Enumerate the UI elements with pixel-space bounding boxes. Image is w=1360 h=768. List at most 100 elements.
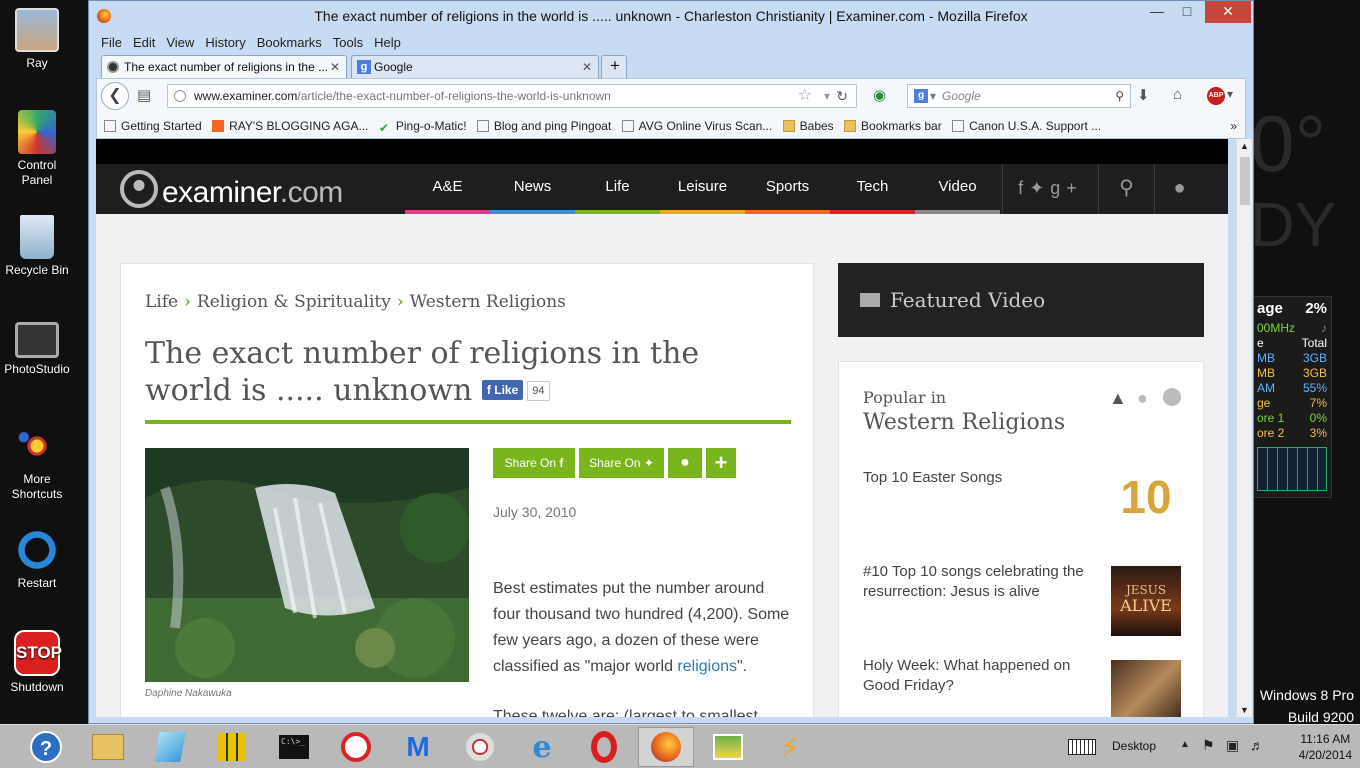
volume-icon[interactable]: ♬ [1250,737,1264,753]
breadcrumb-life[interactable]: Life [145,292,178,312]
downloads-icon[interactable]: ⬇ [1137,86,1150,104]
scroll-up-icon[interactable]: ▲ [1240,141,1249,151]
tab-google[interactable]: g Google ✕ [351,55,599,79]
menu-view[interactable]: View [166,32,194,53]
breadcrumb-religion[interactable]: Religion & Spirituality [197,292,391,312]
search-bar[interactable]: g ▾ Google ⚲ [907,84,1131,108]
religions-link[interactable]: religions [677,658,737,675]
popular-item[interactable]: Top 10 Easter Songs [863,468,1095,488]
menu-history[interactable]: History [205,32,245,53]
desktop-icon-restart[interactable]: Restart [0,528,74,591]
touch-keyboard-icon[interactable] [1068,739,1096,755]
scroll-down-icon[interactable]: ▼ [1240,705,1249,715]
paint-tool-icon[interactable] [452,727,508,767]
desktop-icon-more-shortcuts[interactable]: More Shortcuts [0,424,74,502]
more-share-button[interactable]: + [706,448,736,478]
system-clock[interactable]: 11:16 AM 4/20/2014 [1299,731,1352,763]
tab-close-icon[interactable]: ✕ [582,56,592,78]
desktop-icon-control-panel[interactable]: Control Panel [0,110,74,188]
jesus-alive-thumbnail[interactable]: JESUS ALIVE [1111,566,1181,636]
desktop-icon-shutdown[interactable]: STOP Shutdown [0,630,74,695]
popular-item[interactable]: Holy Week: What happened on Good Friday? [863,656,1095,696]
calculator-grid-icon[interactable] [204,727,260,767]
bookmark-item[interactable]: Canon U.S.A. Support ... [952,114,1101,138]
malwarebytes-icon[interactable]: M [390,727,446,767]
addon-icon[interactable]: ◉ [873,86,886,104]
minimize-button[interactable]: — [1143,1,1171,23]
scroll-thumb[interactable] [1240,157,1250,205]
desktop-icon-recycle-bin[interactable]: Recycle Bin [0,215,74,278]
maximize-button[interactable]: □ [1173,1,1201,23]
nav-life[interactable]: Life [575,164,660,214]
page-info-icon[interactable]: ▤ [137,86,151,104]
location-pin-icon[interactable]: ● [1137,388,1148,409]
new-tab-button[interactable]: + [601,55,627,79]
bookmark-folder[interactable]: Babes [782,114,834,138]
share-twitter-button[interactable]: Share On ✦ [579,448,664,478]
back-button[interactable]: ❮ [101,82,129,110]
photo-gallery-icon[interactable] [700,727,756,767]
nav-tech[interactable]: Tech [830,164,915,214]
bookmark-item[interactable]: Blog and ping Pingoat [476,114,611,138]
firefox-logo-icon[interactable] [97,9,111,23]
examiner-logo[interactable]: examiner.com [120,170,343,210]
opera-icon[interactable] [576,727,632,767]
menu-help[interactable]: Help [374,32,401,53]
magnifier-icon[interactable]: ⚲ [1115,85,1124,107]
menu-bookmarks[interactable]: Bookmarks [257,32,322,53]
internet-explorer-icon[interactable]: e [514,727,570,767]
reload-icon[interactable]: ↻ [836,85,848,107]
network-icon[interactable]: ▣ [1226,737,1239,754]
nav-video[interactable]: Video [915,164,1000,214]
close-window-button[interactable]: ✕ [1205,1,1251,23]
featured-video-banner[interactable]: Featured Video [838,263,1204,337]
tab-examiner[interactable]: The exact number of religions in the ...… [101,55,347,79]
breadcrumb-western-religions[interactable]: Western Religions [410,292,566,312]
firefox-taskbar-icon[interactable] [638,727,694,767]
bookmark-item[interactable]: AVG Online Virus Scan... [621,114,772,138]
crucifixion-thumbnail[interactable] [1111,660,1181,717]
bookmark-star-icon[interactable]: ☆ [798,85,812,107]
notepad-icon[interactable] [142,727,198,767]
clock-icon[interactable] [1163,388,1181,406]
facebook-icon[interactable]: f [1018,178,1029,198]
comment-button[interactable]: ● [668,448,702,478]
bookmark-item[interactable]: RAY'S BLOGGING AGA... [212,114,369,138]
desktop-toolbar-label[interactable]: Desktop [1112,739,1156,753]
user-account-icon[interactable]: ● [1154,164,1204,214]
share-facebook-button[interactable]: Share On f [493,448,575,478]
tab-close-icon[interactable]: ✕ [330,56,340,78]
nav-news[interactable]: News [490,164,575,214]
desktop-icon-photostudio[interactable]: PhotoStudio [0,322,74,377]
menu-edit[interactable]: Edit [133,32,155,53]
article-photo-waterfall[interactable] [145,448,469,682]
adblock-dropdown-icon[interactable]: ▾ [1227,87,1233,101]
desktop-icon-ray[interactable]: Ray [0,8,74,71]
site-search-icon[interactable]: ⚲ [1098,164,1154,214]
social-links[interactable]: f✦g+ [1002,164,1098,214]
menu-tools[interactable]: Tools [333,32,363,53]
nav-ae[interactable]: A&E [405,164,490,214]
nav-sports[interactable]: Sports [745,164,830,214]
facebook-like-button[interactable]: f Like [481,380,524,400]
help-icon[interactable]: ? [18,727,74,767]
command-prompt-icon[interactable]: C:\>_ [266,727,322,767]
thumbs-up-icon[interactable]: ▲ [1109,388,1127,409]
bookmarks-overflow-icon[interactable]: » [1230,114,1237,138]
home-icon[interactable]: ⌂ [1173,86,1182,103]
bookmark-folder[interactable]: Bookmarks bar [844,114,942,138]
top-10-thumbnail[interactable]: 10 [1111,462,1181,532]
history-dropdown-icon[interactable]: ▾ [824,85,830,107]
page-scrollbar[interactable]: ▲ ▼ [1236,139,1252,717]
action-center-flag-icon[interactable]: ⚑ [1202,737,1215,754]
google-plus-icon[interactable]: g+ [1050,178,1083,198]
bookmark-item[interactable]: Getting Started [104,114,202,138]
url-bar[interactable]: www.examiner.com/article/the-exact-numbe… [167,84,857,108]
file-explorer-icon[interactable] [80,727,136,767]
nav-leisure[interactable]: Leisure [660,164,745,214]
twitter-icon[interactable]: ✦ [1029,178,1050,198]
winamp-icon[interactable]: ⚡ [762,727,818,767]
search-engine-dropdown-icon[interactable]: ▾ [930,85,936,107]
menu-file[interactable]: File [101,32,122,53]
bookmark-item[interactable]: ✔ Ping-o-Matic! [379,114,467,138]
